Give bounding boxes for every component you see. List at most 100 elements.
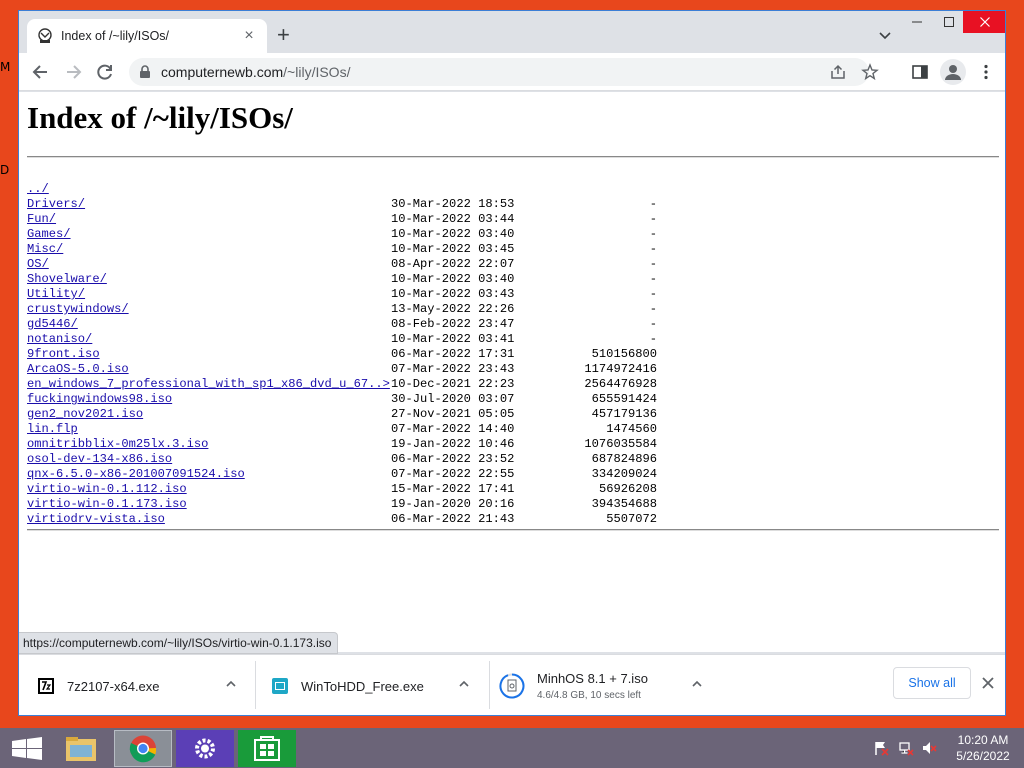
listing-link[interactable]: OS/ [27,257,49,272]
reload-icon[interactable] [95,62,115,82]
listing-link[interactable]: crustywindows/ [27,302,129,317]
clock-date: 5/26/2022 [956,749,1010,763]
listing-size: - [649,332,657,346]
listing-link[interactable]: en_windows_7_professional_with_sp1_x86_d… [27,377,390,392]
profile-avatar[interactable] [940,59,966,85]
taskbar-store[interactable] [238,730,296,767]
listing-link[interactable]: gd5446/ [27,317,78,332]
listing-date: 19-Jan-2020 20:16 [391,497,515,511]
tab-title: Index of /~lily/ISOs/ [61,29,170,43]
share-icon[interactable] [829,63,847,81]
taskbar-file-explorer[interactable] [52,730,110,767]
listing-date: 10-Mar-2022 03:44 [391,212,515,226]
download-item-minhos[interactable]: MinhOS 8.1 + 7.iso 4.6/4.8 GB, 10 secs l… [499,655,699,715]
7zip-icon [38,678,54,694]
listing-date: 10-Mar-2022 03:40 [391,272,515,286]
bookmark-star-icon[interactable] [861,63,879,81]
listing-link[interactable]: virtiodrv-vista.iso [27,512,165,527]
start-button[interactable] [0,730,58,767]
network-icon[interactable] [898,740,914,756]
site-favicon-icon [38,28,52,43]
download-item-7zip[interactable]: 7z2107-x64.exe [37,655,247,715]
listing-size: 1174972416 [584,362,657,376]
listing-link[interactable]: Utility/ [27,287,85,302]
download-shelf: 7z2107-x64.exe WinToHDD_Free.exe MinhOS … [19,654,1005,715]
listing-date: 07-Mar-2022 14:40 [391,422,515,436]
chrome-icon [129,735,157,763]
listing-link[interactable]: omnitribblix-0m25lx.3.iso [27,437,208,452]
system-clock[interactable]: 10:20 AM 5/26/2022 [948,732,1018,764]
address-bar[interactable]: computernewb.com/~lily/ISOs/ [129,58,879,86]
listing-link[interactable]: ../ [27,182,49,197]
listing-date: 07-Mar-2022 22:55 [391,467,515,481]
side-panel-icon[interactable] [911,63,929,81]
person-icon [945,65,961,80]
listing-date: 30-Mar-2022 18:53 [391,197,515,211]
listing-link[interactable]: Games/ [27,227,71,242]
listing-link[interactable]: virtio-win-0.1.112.iso [27,482,187,497]
listing-date: 30-Jul-2020 03:07 [391,392,515,406]
listing-date: 13-May-2022 22:26 [391,302,515,316]
taskbar-chrome[interactable] [114,730,172,767]
listing-link[interactable]: Drivers/ [27,197,85,212]
page-title: Index of /~lily/ISOs/ [27,100,293,135]
lock-icon[interactable] [139,65,151,79]
file-explorer-icon [66,737,96,761]
divider-top [27,156,999,158]
desktop-icon-label-m: M [0,60,11,74]
listing-link[interactable]: osol-dev-134-x86.iso [27,452,172,467]
volume-muted-icon[interactable] [921,740,937,756]
listing-size: 1474560 [606,422,657,436]
browser-toolbar: computernewb.com/~lily/ISOs/ [19,53,1005,91]
listing-size: - [649,257,657,271]
new-tab-button[interactable]: + [277,24,290,46]
listing-size: - [649,317,657,331]
listing-date: 08-Feb-2022 23:47 [391,317,515,331]
listing-link[interactable]: 9front.iso [27,347,100,362]
forward-arrow-icon[interactable] [63,62,83,82]
listing-size: 394354688 [591,497,657,511]
minimize-icon [912,21,922,23]
minimize-button[interactable] [899,11,935,33]
maximize-button[interactable] [931,11,967,33]
close-window-button[interactable] [963,11,1005,33]
listing-date: 06-Mar-2022 17:31 [391,347,515,361]
listing-link[interactable]: Shovelware/ [27,272,107,287]
tab-active[interactable]: Index of /~lily/ISOs/ × [27,19,267,53]
listing-link[interactable]: Misc/ [27,242,63,257]
listing-link[interactable]: gen2_nov2021.iso [27,407,143,422]
listing-size: 510156800 [591,347,657,361]
chevron-up-icon[interactable] [457,677,471,691]
listing-link[interactable]: notaniso/ [27,332,92,347]
listing-size: - [649,287,657,301]
listing-date: 06-Mar-2022 23:52 [391,452,515,466]
url-path: /~lily/ISOs/ [283,64,351,80]
url-text[interactable]: computernewb.com/~lily/ISOs/ [161,64,350,80]
chevron-up-icon[interactable] [690,677,704,691]
listing-link[interactable]: ArcaOS-5.0.iso [27,362,129,377]
action-center-flag-icon[interactable] [873,740,889,756]
chevron-up-icon[interactable] [224,677,238,691]
url-host: computernewb.com [161,64,284,80]
shelf-divider [489,661,490,709]
close-shelf-icon[interactable] [981,676,995,690]
show-all-downloads-button[interactable]: Show all [893,667,971,699]
tab-close-icon[interactable]: × [241,28,257,44]
listing-size: 687824896 [591,452,657,466]
listing-link[interactable]: Fun/ [27,212,56,227]
listing-link[interactable]: fuckingwindows98.iso [27,392,172,407]
listing-size: - [649,272,657,286]
browser-window: Index of /~lily/ISOs/ × + computernewb.c… [18,10,1006,716]
listing-link[interactable]: qnx-6.5.0-x86-201007091524.iso [27,467,245,482]
listing-link[interactable]: lin.flp [27,422,78,437]
listing-link[interactable]: virtio-win-0.1.173.iso [27,497,187,512]
tab-search-chevron-down-icon[interactable] [877,27,893,43]
taskbar-settings[interactable] [176,730,234,767]
download-item-wintohdd[interactable]: WinToHDD_Free.exe [271,655,471,715]
kebab-menu-icon[interactable] [977,63,995,81]
back-arrow-icon[interactable] [31,62,51,82]
listing-size: 334209024 [591,467,657,481]
divider-bottom [27,529,999,531]
close-icon [980,17,990,27]
listing-size: - [649,197,657,211]
